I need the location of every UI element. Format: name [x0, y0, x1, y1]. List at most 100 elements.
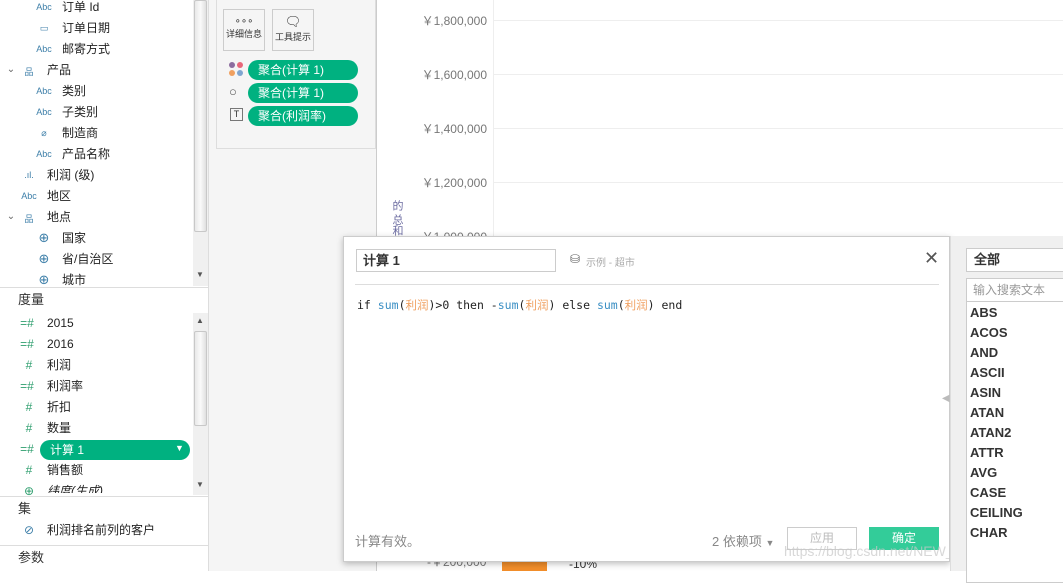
formula-token-fn: sum: [377, 298, 399, 312]
y-axis-label: 的 总和: [391, 200, 403, 237]
measure-item[interactable]: 折扣: [47, 397, 71, 418]
dependencies-dropdown[interactable]: 2 依赖项 ▼: [712, 531, 774, 550]
measure-item[interactable]: 纬度(生成): [47, 481, 103, 493]
detail-icon: ∘∘∘: [234, 16, 254, 27]
formula-token-kw: (: [617, 298, 625, 312]
abc-icon: Abc: [36, 86, 52, 96]
gridline: [494, 74, 1063, 75]
dimension-item[interactable]: 订单 Id: [62, 0, 99, 18]
abc-icon: Abc: [36, 107, 52, 117]
function-item[interactable]: ASCII: [970, 365, 1005, 380]
scroll-down-arrow-icon[interactable]: ▼: [196, 270, 204, 279]
dependencies-label: 2 依赖项: [712, 534, 762, 549]
number-icon: =#: [20, 379, 34, 393]
chevron-down-icon[interactable]: ⌄: [2, 211, 20, 222]
size-icon: ○: [229, 84, 237, 99]
chevron-down-icon: ▼: [765, 538, 775, 548]
y-tick-label: ￥1,200,000: [421, 176, 487, 190]
dimension-item[interactable]: 订单日期: [62, 18, 110, 39]
measure-item[interactable]: 2015: [47, 313, 74, 334]
measure-item[interactable]: 2016: [47, 334, 74, 355]
dimension-item[interactable]: 产品名称: [62, 144, 110, 165]
number-icon: #: [25, 463, 33, 477]
function-item[interactable]: CASE: [970, 485, 1006, 500]
dimension-item[interactable]: 省/自治区: [62, 249, 113, 270]
function-item[interactable]: CEILING: [970, 505, 1023, 520]
function-item[interactable]: CHAR: [970, 525, 1008, 540]
number-icon: =#: [20, 442, 34, 456]
function-search-input[interactable]: 输入搜索文本: [966, 278, 1063, 302]
calc-name-input[interactable]: 计算 1: [356, 249, 556, 272]
formula-token-fn: sum: [596, 298, 618, 312]
label-pill[interactable]: 聚合(利润率): [248, 106, 358, 126]
scroll-up-arrow-icon[interactable]: ▲: [196, 316, 204, 325]
function-item[interactable]: ACOS: [970, 325, 1008, 340]
globe-icon: ⊕: [38, 230, 50, 245]
dimension-item[interactable]: 制造商: [62, 123, 98, 144]
dimension-item[interactable]: 产品: [47, 60, 71, 81]
dimension-item[interactable]: 子类别: [62, 102, 98, 123]
y-tick-label: ￥1,400,000: [421, 122, 487, 136]
text-icon: T: [230, 108, 243, 121]
function-item[interactable]: ATTR: [970, 445, 1004, 460]
measure-item[interactable]: 利润: [47, 355, 71, 376]
selected-measure-pill[interactable]: 计算 1: [40, 440, 190, 460]
function-category-select[interactable]: 全部: [966, 248, 1063, 272]
globe-icon: ⊕: [38, 272, 50, 287]
dimension-item[interactable]: 邮寄方式: [62, 39, 110, 60]
hierarchy-icon: 品: [24, 67, 34, 77]
number-icon: =#: [20, 316, 34, 330]
function-item[interactable]: AND: [970, 345, 998, 360]
color-pill[interactable]: 聚合(计算 1): [248, 60, 358, 80]
dimension-item[interactable]: 类别: [62, 81, 86, 102]
abc-icon: Abc: [36, 149, 52, 159]
detail-button[interactable]: ∘∘∘ 详细信息: [223, 9, 265, 51]
dimensions-scroll-thumb[interactable]: [194, 0, 207, 232]
database-icon: ⛁: [570, 252, 581, 266]
number-icon: =#: [20, 337, 34, 351]
function-item[interactable]: ATAN2: [970, 425, 1011, 440]
abc-icon: Abc: [36, 44, 52, 54]
function-item[interactable]: ASIN: [970, 385, 1001, 400]
formula-token-kw: (: [398, 298, 406, 312]
y-tick-label: ￥1,600,000: [421, 68, 487, 82]
tooltip-button[interactable]: 🗨 工具提示: [272, 9, 314, 51]
measures-scroll-thumb[interactable]: [194, 331, 207, 426]
scroll-down-arrow-icon[interactable]: ▼: [196, 480, 204, 489]
size-pill[interactable]: 聚合(计算 1): [248, 83, 358, 103]
gridline: [494, 182, 1063, 183]
dimension-item[interactable]: 利润 (级): [47, 165, 94, 186]
number-icon: #: [25, 358, 33, 372]
dimension-item[interactable]: 地点: [47, 207, 71, 228]
measure-item[interactable]: 数量: [47, 418, 71, 439]
datasource-label: 示例 - 超市: [586, 258, 635, 269]
calendar-icon: ▭: [39, 23, 49, 33]
set-item[interactable]: 利润排名前列的客户: [47, 520, 155, 541]
globe-icon: ⊕: [38, 251, 50, 266]
set-icon: ⊘: [23, 523, 35, 537]
abc-icon: Abc: [21, 191, 37, 201]
function-item[interactable]: ATAN: [970, 405, 1004, 420]
formula-token-field: 利润: [525, 298, 549, 312]
dimension-item[interactable]: 地区: [47, 186, 71, 207]
formula-token-kw: if: [357, 298, 378, 312]
bin-icon: .ıl.: [24, 170, 34, 180]
measure-item[interactable]: 利润率: [47, 376, 83, 397]
measure-item[interactable]: 销售额: [47, 460, 83, 481]
validation-status: 计算有效。: [355, 534, 421, 549]
gridline: [494, 128, 1063, 129]
function-item[interactable]: AVG: [970, 465, 997, 480]
formula-token-fn: sum: [497, 298, 519, 312]
abc-icon: Abc: [36, 2, 52, 12]
calculation-editor-dialog: 计算 1 ⛁ 示例 - 超市 ✕ if sum(利润)>0 then -sum(…: [343, 236, 1007, 562]
chevron-down-icon[interactable]: ▼: [175, 443, 184, 453]
close-icon[interactable]: ✕: [924, 248, 939, 269]
dimension-item[interactable]: 国家: [62, 228, 86, 249]
collapse-panel-icon[interactable]: ◀: [942, 393, 950, 404]
function-item[interactable]: ABS: [970, 305, 997, 320]
chevron-down-icon[interactable]: ⌄: [2, 64, 20, 75]
formula-token-field: 利润: [624, 298, 648, 312]
number-icon: #: [25, 421, 33, 435]
formula-editor[interactable]: if sum(利润)>0 then -sum(利润) else sum(利润) …: [357, 297, 937, 517]
y-tick-label: ￥1,800,000: [421, 14, 487, 28]
